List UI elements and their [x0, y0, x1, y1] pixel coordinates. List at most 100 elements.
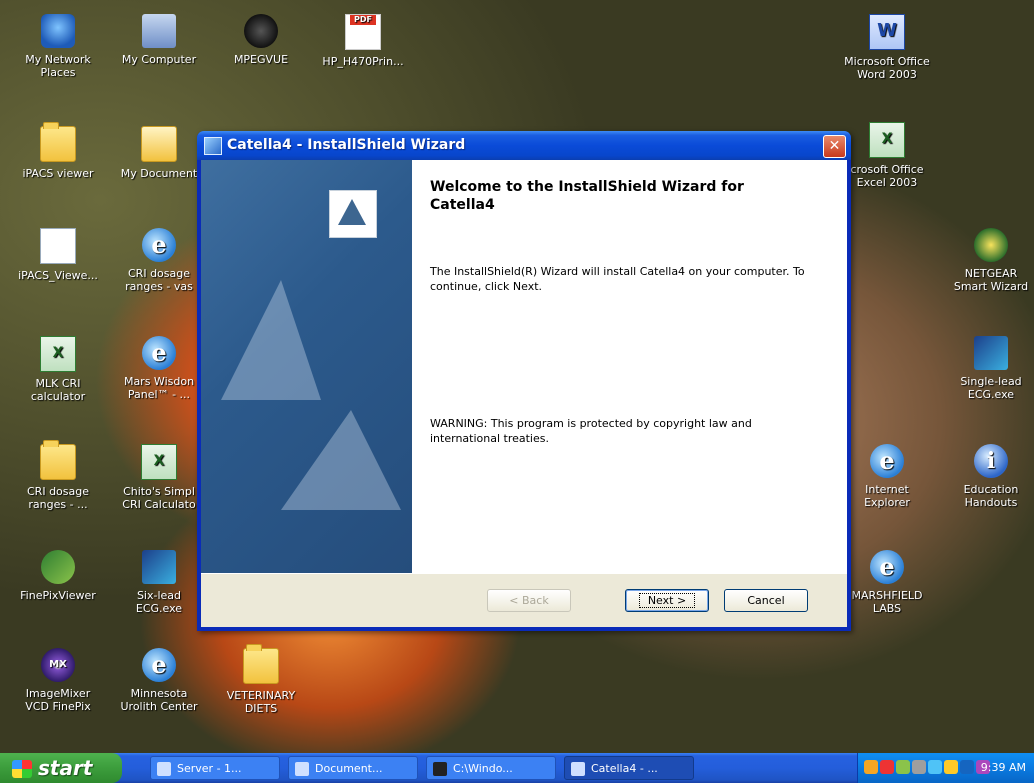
pdf-icon: [345, 14, 381, 50]
imagemixer-icon: MX: [41, 648, 75, 682]
taskbar-item-document[interactable]: Document...: [288, 756, 418, 780]
banner-graphic: [281, 410, 401, 510]
desktop-icon-minnesota-urolith[interactable]: e Minnesota Urolith Center: [116, 648, 202, 713]
windows-logo-icon: [12, 760, 32, 778]
excel-icon: X: [40, 336, 76, 372]
wizard-client-area: Welcome to the InstallShield Wizard for …: [201, 160, 847, 627]
desktop-icon-imagemixer[interactable]: MX ImageMixer VCD FinePix: [15, 648, 101, 713]
tray-icon[interactable]: [912, 760, 926, 774]
icon-label: FinePixViewer: [20, 589, 96, 602]
icon-label: Mars Wisdon Panel™ - ...: [123, 375, 195, 401]
documents-icon: [141, 126, 177, 162]
desktop-icon-ipacs-viewer-exe[interactable]: iPACS_Viewe...: [15, 228, 101, 282]
tray-icon[interactable]: [960, 760, 974, 774]
network-icon[interactable]: [896, 760, 910, 774]
folder-icon: [243, 644, 279, 684]
installshield-wizard-window: Catella4 - InstallShield Wizard ✕ Welcom…: [197, 131, 851, 631]
icon-label: Minnesota Urolith Center: [120, 687, 198, 713]
icon-label: HP_H470Prin...: [322, 55, 404, 68]
ie-icon: e: [142, 228, 176, 262]
system-tray: 9:39 AM: [857, 753, 1034, 783]
icon-label: Six-lead ECG.exe: [135, 589, 183, 615]
window-titlebar[interactable]: Catella4 - InstallShield Wizard ✕: [197, 131, 851, 160]
pacs-icon: [40, 228, 76, 264]
shield-icon[interactable]: [880, 760, 894, 774]
desktop-icon-my-documents[interactable]: My Document: [116, 126, 202, 180]
icon-label: VETERINARY DIETS: [226, 689, 296, 715]
desktop-icon-single-lead-ecg[interactable]: Single-lead ECG.exe: [948, 336, 1034, 401]
desktop-icon-ipacs-viewer[interactable]: iPACS viewer: [15, 122, 101, 180]
icon-label: Internet Explorer: [864, 483, 910, 509]
computer-icon: [142, 14, 176, 48]
desktop-icon-excel-2003[interactable]: X crosoft Office Excel 2003: [844, 122, 930, 189]
icon-label: iPACS_Viewe...: [18, 269, 98, 282]
network-places-icon: [41, 14, 75, 48]
desktop-icon-cri-dosage-folder[interactable]: CRI dosage ranges - ...: [15, 440, 101, 511]
wizard-button-bar: < Back Next > Cancel: [201, 573, 847, 627]
desktop-icon-netgear[interactable]: NETGEAR Smart Wizard: [948, 228, 1034, 293]
desktop-icon-six-lead-ecg[interactable]: Six-lead ECG.exe: [116, 550, 202, 615]
icon-label: crosoft Office Excel 2003: [850, 163, 924, 189]
finepix-icon: [41, 550, 75, 584]
taskbar-item-catella4[interactable]: Catella4 - ...: [564, 756, 694, 780]
word-icon: W: [869, 14, 905, 50]
desktop-icon-my-computer[interactable]: My Computer: [116, 14, 202, 66]
back-button[interactable]: < Back: [487, 589, 571, 612]
icon-label: My Network Places: [25, 53, 91, 79]
desktop-icon-chitos-cri[interactable]: X Chito's Simpl CRI Calculato: [116, 444, 202, 511]
installer-icon: [204, 137, 222, 155]
taskbar: start Server - 1... Document... C:\Windo…: [0, 753, 1034, 783]
installshield-logo-icon: [329, 190, 377, 238]
tray-icon[interactable]: [864, 760, 878, 774]
info-icon: i: [974, 444, 1008, 478]
icon-label: CRI dosage ranges - ...: [27, 485, 89, 511]
wizard-description: The InstallShield(R) Wizard will install…: [430, 265, 805, 293]
desktop-icon-education-handouts[interactable]: i Education Handouts: [948, 444, 1034, 509]
desktop-icon-mlk-cri[interactable]: X MLK CRI calculator: [15, 336, 101, 403]
task-label: Server - 1...: [177, 762, 242, 775]
icon-label: NETGEAR Smart Wizard: [953, 267, 1029, 293]
ecg-icon: [142, 550, 176, 584]
document-icon: [295, 762, 309, 776]
icon-label: ImageMixer VCD FinePix: [25, 687, 91, 713]
icon-label: MARSHFIELD LABS: [851, 589, 923, 615]
icon-label: My Document: [120, 167, 198, 180]
wizard-content-panel: Welcome to the InstallShield Wizard for …: [412, 160, 847, 573]
excel-icon: X: [869, 122, 905, 158]
icon-label: iPACS viewer: [22, 167, 94, 180]
desktop-icon-my-network-places[interactable]: My Network Places: [15, 14, 101, 79]
next-button[interactable]: Next >: [625, 589, 709, 612]
icon-label: CRI dosage ranges - vas: [125, 267, 193, 293]
next-button-label: Next >: [638, 593, 696, 608]
icon-label: Chito's Simpl CRI Calculato: [122, 485, 196, 511]
desktop-icon-mpegvue[interactable]: MPEGVUE: [218, 14, 304, 66]
desktop-icon-cri-dosage-vas[interactable]: e CRI dosage ranges - vas: [116, 228, 202, 293]
wizard-side-banner: [201, 160, 412, 573]
desktop-icon-veterinary-diets[interactable]: VETERINARY DIETS: [218, 644, 304, 715]
task-label: C:\Windo...: [453, 762, 513, 775]
start-button[interactable]: start: [0, 753, 122, 783]
taskbar-item-cmd[interactable]: C:\Windo...: [426, 756, 556, 780]
desktop-icon-finepixviewer[interactable]: FinePixViewer: [15, 550, 101, 602]
copyright-warning: WARNING: This program is protected by co…: [430, 417, 752, 445]
desktop-icon-word-2003[interactable]: W Microsoft Office Word 2003: [844, 14, 930, 81]
clock[interactable]: 9:39 AM: [981, 753, 1026, 783]
tray-icon[interactable]: [944, 760, 958, 774]
cancel-button[interactable]: Cancel: [724, 589, 808, 612]
ie-icon: e: [870, 550, 904, 584]
netgear-icon: [974, 228, 1008, 262]
task-label: Document...: [315, 762, 383, 775]
ecg-icon: [974, 336, 1008, 370]
desktop-icon-hp-printer-pdf[interactable]: HP_H470Prin...: [320, 14, 406, 68]
desktop-icon-mars-wisdom[interactable]: e Mars Wisdon Panel™ - ...: [116, 336, 202, 401]
banner-graphic: [221, 280, 321, 400]
ie-icon: e: [870, 444, 904, 478]
taskbar-item-server[interactable]: Server - 1...: [150, 756, 280, 780]
tray-icon[interactable]: [928, 760, 942, 774]
desktop-icon-internet-explorer[interactable]: e Internet Explorer: [844, 444, 930, 509]
start-label: start: [38, 756, 93, 780]
close-button[interactable]: ✕: [823, 135, 846, 158]
icon-label: Microsoft Office Word 2003: [844, 55, 930, 81]
excel-icon: X: [141, 444, 177, 480]
desktop-icon-marshfield-labs[interactable]: e MARSHFIELD LABS: [844, 550, 930, 615]
